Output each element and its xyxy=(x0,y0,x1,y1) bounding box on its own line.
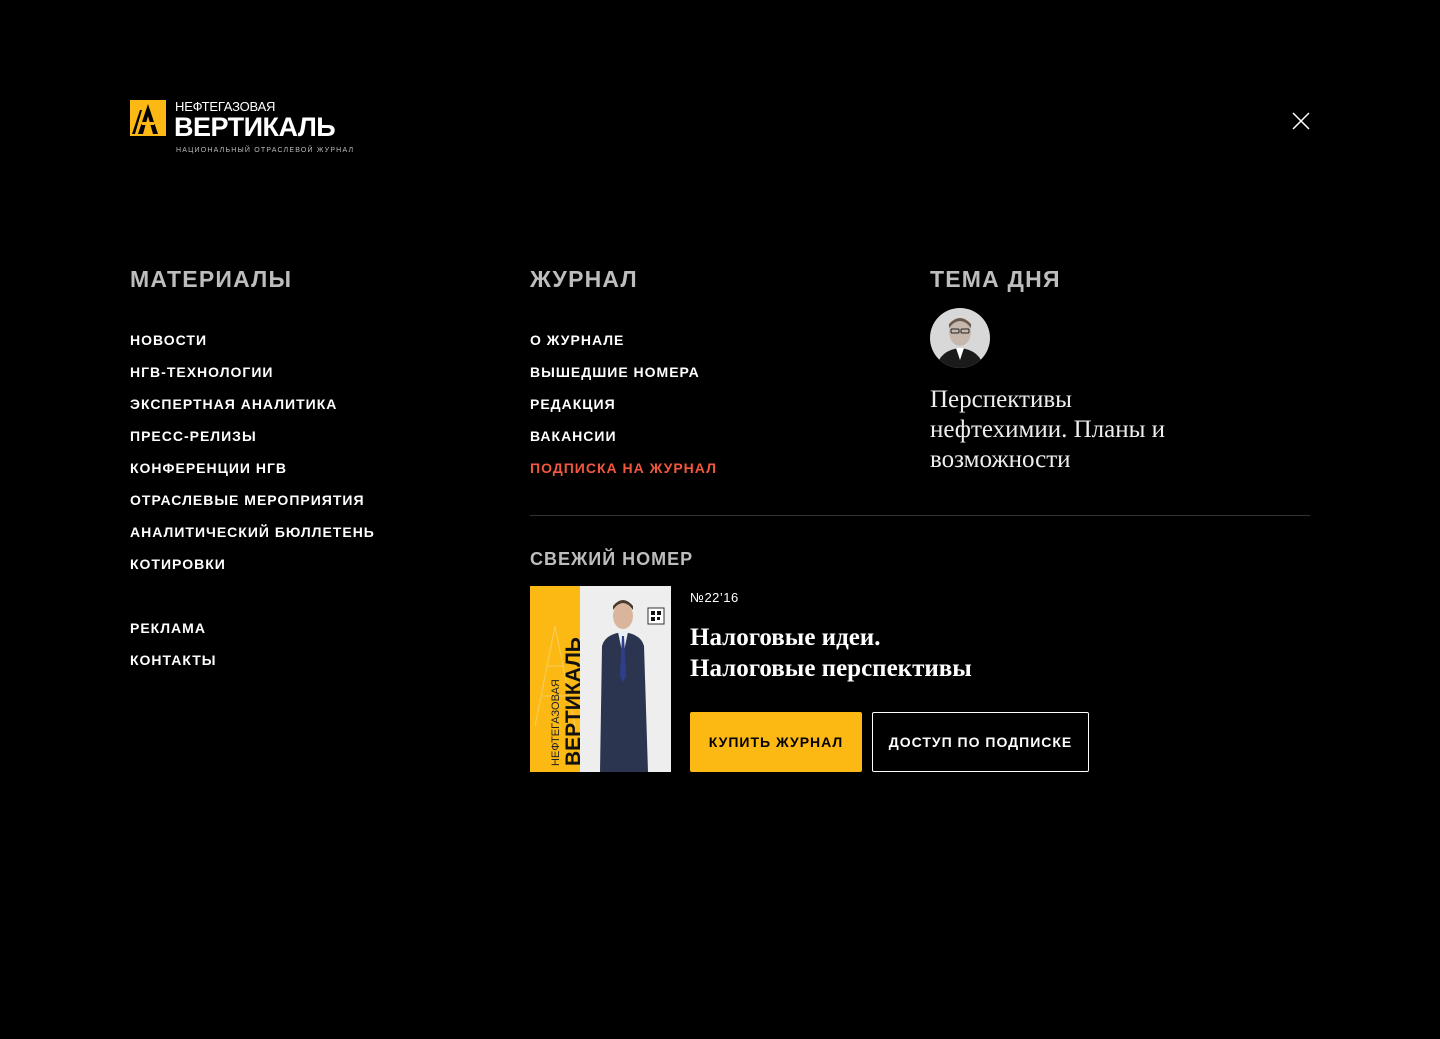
menu-item-press-releases[interactable]: ПРЕСС-РЕЛИЗЫ xyxy=(130,428,257,444)
journal-title: ЖУРНАЛ xyxy=(530,266,638,292)
site-logo[interactable]: НЕФТЕГАЗОВАЯ ВЕРТИКАЛЬ НАЦИОНАЛЬНЫЙ ОТРА… xyxy=(130,100,360,160)
menu-item-expert-analytics[interactable]: ЭКСПЕРТНАЯ АНАЛИТИКА xyxy=(130,396,337,412)
topic-title: ТЕМА ДНЯ xyxy=(930,266,1061,292)
cover-top-label: НЕФТЕГАЗОВАЯ xyxy=(550,679,562,766)
materials-title: МАТЕРИАЛЫ xyxy=(130,266,293,292)
subscription-access-button[interactable]: ДОСТУП ПО ПОДПИСКЕ xyxy=(872,712,1089,772)
issue-headline-line-2: Налоговые перспективы xyxy=(690,655,972,682)
journal-column: ЖУРНАЛ О ЖУРНАЛЕ ВЫШЕДШИЕ НОМЕРА РЕДАКЦИ… xyxy=(530,265,717,491)
menu-item-about-journal[interactable]: О ЖУРНАЛЕ xyxy=(530,332,624,348)
menu-item-ngv-tech[interactable]: НГВ-ТЕХНОЛОГИИ xyxy=(130,364,273,380)
menu-item-conferences[interactable]: КОНФЕРЕНЦИИ НГВ xyxy=(130,460,287,476)
journal-menu: О ЖУРНАЛЕ ВЫШЕДШИЕ НОМЕРА РЕДАКЦИЯ ВАКАН… xyxy=(530,331,717,491)
author-avatar[interactable] xyxy=(930,308,990,368)
materials-menu: НОВОСТИ НГВ-ТЕХНОЛОГИИ ЭКСПЕРТНАЯ АНАЛИТ… xyxy=(130,331,375,683)
close-icon[interactable] xyxy=(1290,110,1312,132)
topic-headline[interactable]: Перспективы нефтехимии. Планы и возможно… xyxy=(930,385,1190,475)
materials-column: МАТЕРИАЛЫ НОВОСТИ НГВ-ТЕХНОЛОГИИ ЭКСПЕРТ… xyxy=(130,265,375,683)
menu-item-quotes[interactable]: КОТИРОВКИ xyxy=(130,556,226,572)
menu-item-subscription[interactable]: ПОДПИСКА НА ЖУРНАЛ xyxy=(530,460,717,476)
menu-item-news[interactable]: НОВОСТИ xyxy=(130,332,207,348)
menu-item-editorial[interactable]: РЕДАКЦИЯ xyxy=(530,396,616,412)
menu-item-analytic-bulletin[interactable]: АНАЛИТИЧЕСКИЙ БЮЛЛЕТЕНЬ xyxy=(130,524,375,540)
issue-headline-line-1: Налоговые идеи. xyxy=(690,624,881,651)
menu-item-vacancies[interactable]: ВАКАНСИИ xyxy=(530,428,617,444)
menu-item-contacts[interactable]: КОНТАКТЫ xyxy=(130,652,216,668)
topic-column: ТЕМА ДНЯ Перспективы нефтехимии. Планы и… xyxy=(930,265,1310,475)
issue-headline[interactable]: Налоговые идеи. Налоговые перспективы xyxy=(690,622,1090,684)
buy-journal-button[interactable]: КУПИТЬ ЖУРНАЛ xyxy=(690,712,862,772)
fresh-issue-title: СВЕЖИЙ НОМЕР xyxy=(530,549,694,569)
logo-mark-icon xyxy=(130,100,166,136)
menu-item-advertising[interactable]: РЕКЛАМА xyxy=(130,620,206,636)
divider xyxy=(530,515,1310,516)
menu-item-past-issues[interactable]: ВЫШЕДШИЕ НОМЕРА xyxy=(530,364,700,380)
issue-cover-image[interactable]: НЕФТЕГАЗОВАЯ ВЕРТИКАЛЬ xyxy=(530,586,671,772)
cover-main-label: ВЕРТИКАЛЬ xyxy=(562,637,585,766)
logo-tagline: НАЦИОНАЛЬНЫЙ ОТРАСЛЕВОЙ ЖУРНАЛ xyxy=(176,147,355,154)
menu-item-industry-events[interactable]: ОТРАСЛЕВЫЕ МЕРОПРИЯТИЯ xyxy=(130,492,365,508)
logo-main-text: ВЕРТИКАЛЬ xyxy=(174,112,336,142)
issue-number: №22’16 xyxy=(690,590,739,605)
